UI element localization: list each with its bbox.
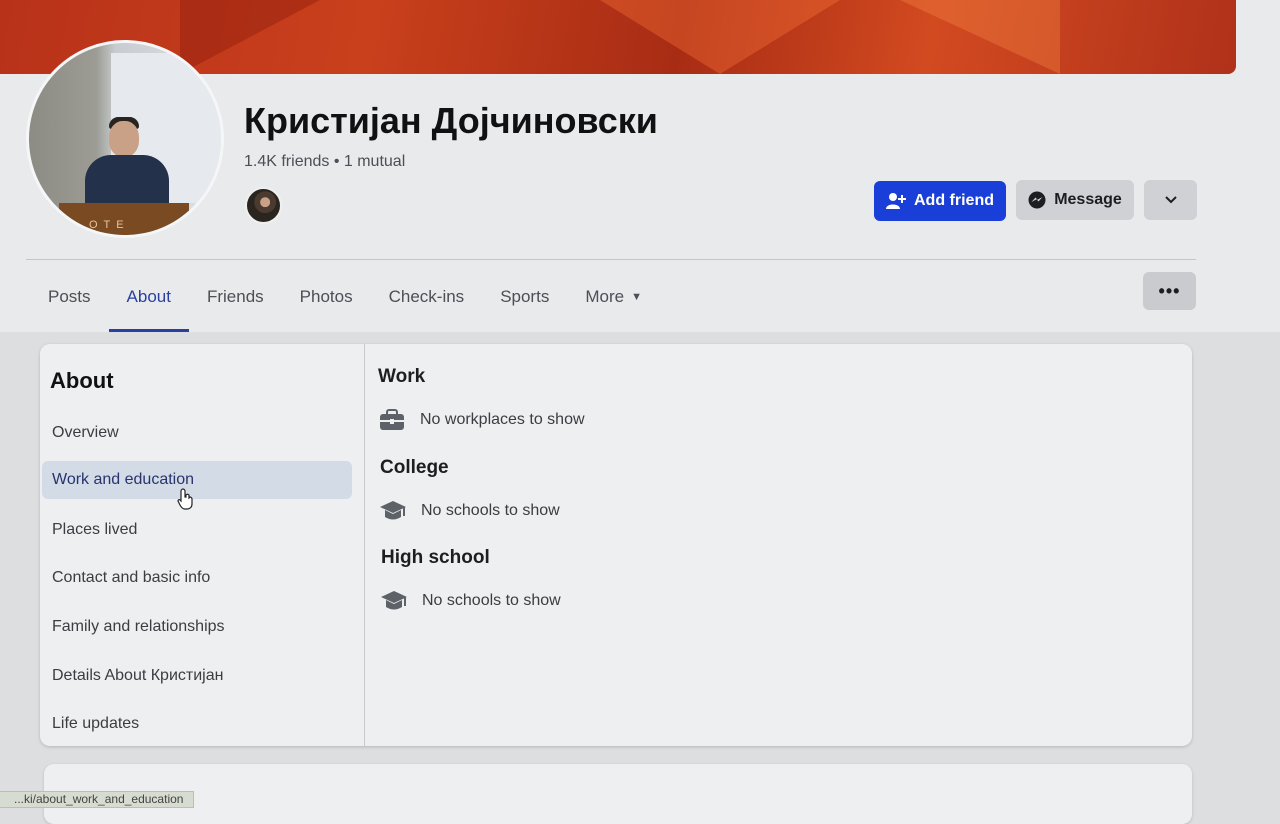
messenger-icon bbox=[1028, 191, 1046, 209]
hand-cursor-icon bbox=[177, 488, 193, 510]
tab-photos[interactable]: Photos bbox=[282, 270, 371, 324]
profile-picture[interactable]: OTE bbox=[26, 40, 224, 238]
tab-friends[interactable]: Friends bbox=[189, 270, 282, 324]
profile-options-dropdown[interactable] bbox=[1144, 180, 1197, 220]
next-card bbox=[44, 764, 1192, 824]
caret-down-icon: ▼ bbox=[631, 291, 642, 303]
ellipsis-icon: ••• bbox=[1158, 280, 1181, 301]
briefcase-icon bbox=[378, 406, 406, 434]
message-label: Message bbox=[1054, 191, 1122, 208]
tab-posts[interactable]: Posts bbox=[30, 270, 109, 324]
graduation-cap-icon bbox=[379, 497, 407, 525]
high-school-section-title: High school bbox=[381, 547, 490, 568]
about-card: About Overview Work and education Places… bbox=[40, 344, 1192, 746]
high-school-empty-text: No schools to show bbox=[422, 592, 561, 609]
profile-tabs: Posts About Friends Photos Check-ins Spo… bbox=[30, 270, 660, 332]
tab-more-label: More bbox=[585, 287, 625, 306]
message-button[interactable]: Message bbox=[1016, 180, 1134, 220]
cover-facet bbox=[600, 0, 840, 74]
college-empty-row: No schools to show bbox=[379, 497, 560, 525]
about-title: About bbox=[50, 368, 114, 393]
sidebar-item-work-and-education[interactable]: Work and education bbox=[42, 461, 352, 499]
cover-facet bbox=[900, 0, 1060, 74]
sidebar-item-contact-info[interactable]: Contact and basic info bbox=[42, 559, 352, 597]
sidebar-item-places-lived[interactable]: Places lived bbox=[42, 511, 352, 549]
tab-more[interactable]: More ▼ bbox=[567, 270, 660, 324]
tab-about[interactable]: About bbox=[108, 270, 190, 332]
tab-check-ins[interactable]: Check-ins bbox=[371, 270, 483, 324]
sidebar-item-family-relationships[interactable]: Family and relationships bbox=[42, 608, 352, 646]
more-options-button[interactable]: ••• bbox=[1143, 272, 1196, 310]
about-sidebar: About Overview Work and education Places… bbox=[40, 344, 365, 746]
friends-count[interactable]: 1.4K friends • 1 mutual bbox=[244, 153, 405, 171]
profile-name: Кристијан Дојчиновски bbox=[244, 100, 658, 141]
graduation-cap-icon bbox=[380, 587, 408, 615]
add-friend-button[interactable]: Add friend bbox=[874, 181, 1006, 221]
sidebar-item-life-updates[interactable]: Life updates bbox=[42, 705, 352, 743]
high-school-empty-row: No schools to show bbox=[380, 587, 561, 615]
work-empty-text: No workplaces to show bbox=[420, 411, 585, 428]
podium-text: OTE bbox=[89, 219, 130, 231]
college-section-title: College bbox=[380, 457, 449, 478]
status-bar-url: ...ki/about_work_and_education bbox=[0, 791, 195, 808]
tab-sports[interactable]: Sports bbox=[482, 270, 567, 324]
add-friend-label: Add friend bbox=[914, 192, 994, 209]
add-person-icon bbox=[886, 193, 906, 209]
sidebar-item-overview[interactable]: Overview bbox=[42, 414, 352, 452]
chevron-down-icon bbox=[1164, 196, 1177, 204]
mutual-friend-avatar[interactable] bbox=[245, 187, 282, 224]
header-divider bbox=[26, 259, 1196, 260]
work-empty-row: No workplaces to show bbox=[378, 406, 585, 434]
sidebar-item-details[interactable]: Details About Кристијан bbox=[42, 657, 352, 695]
work-section-title: Work bbox=[378, 366, 426, 387]
college-empty-text: No schools to show bbox=[421, 502, 560, 519]
